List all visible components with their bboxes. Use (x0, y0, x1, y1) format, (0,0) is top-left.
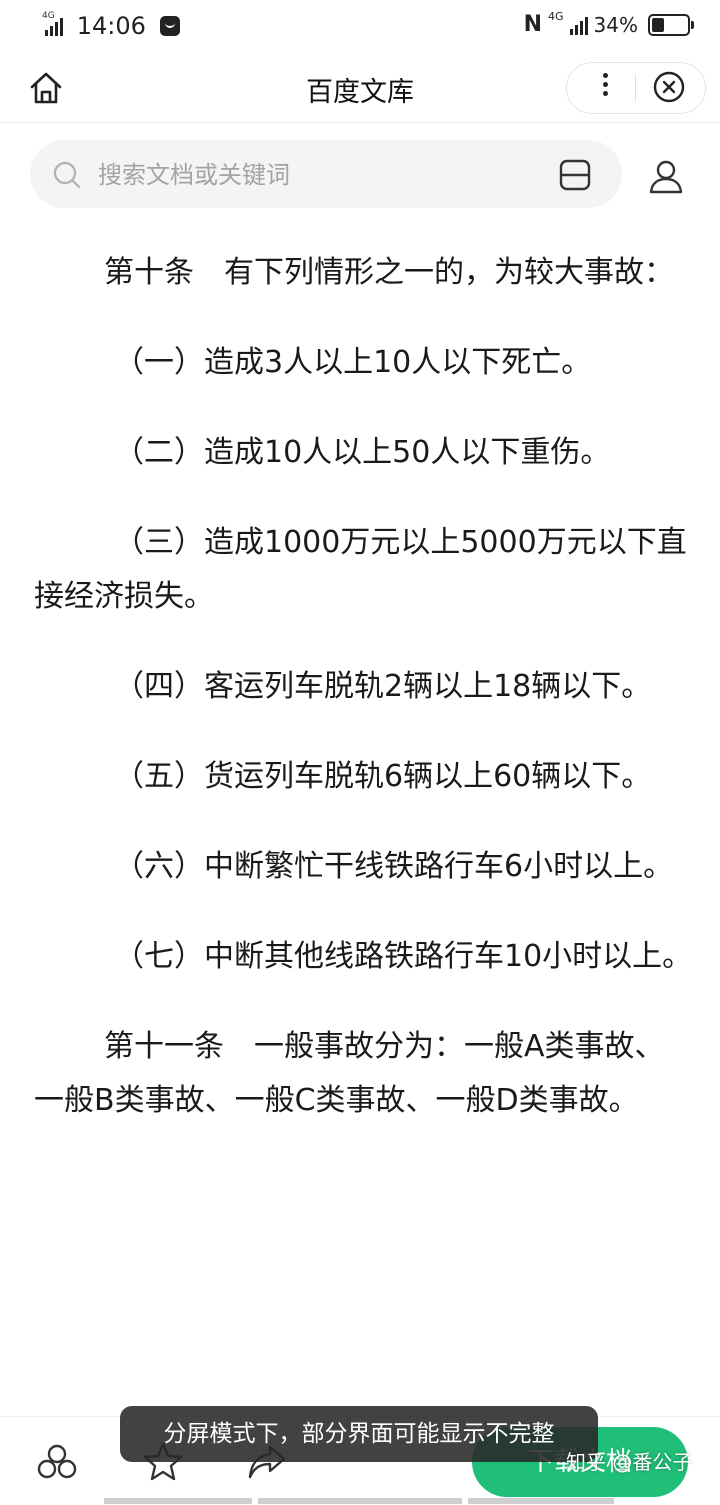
document-content: 第十条 有下列情形之一的，为较大事故： （一）造成3人以上10人以下死亡。 （二… (34, 246, 694, 1164)
close-button[interactable] (653, 71, 685, 103)
gesture-bar (104, 1498, 252, 1504)
capsule-divider (635, 75, 636, 101)
status-right: N 4G 34% (523, 10, 694, 37)
battery-level (652, 17, 664, 32)
gesture-bar (258, 1498, 462, 1504)
network-type-left: 4G (42, 10, 55, 21)
doc-paragraph: （四）客运列车脱轨2辆以上18辆以下。 (114, 669, 652, 704)
status-left: 4G 14:06 (40, 10, 180, 40)
search-input[interactable] (96, 150, 530, 200)
status-bar: 4G 14:06 N 4G 34% (0, 0, 720, 52)
signal-icon-right (569, 15, 588, 35)
split-screen-toast: 分屏模式下，部分界面可能显示不完整 (120, 1406, 598, 1462)
network-type-right: 4G (548, 10, 564, 23)
scan-icon[interactable] (558, 158, 592, 192)
notification-app-icon (159, 16, 180, 36)
doc-paragraph: （五）货运列车脱轨6辆以上60辆以下。 (114, 759, 652, 794)
doc-paragraph: （六）中断繁忙干线铁路行车6小时以上。 (114, 849, 674, 884)
nfc-icon: N (523, 12, 543, 37)
watermark: 知乎 @番公子 (566, 1450, 693, 1474)
article-10-heading: 第十条 有下列情形之一的，为较大事故： (104, 255, 674, 290)
search-icon (53, 161, 81, 189)
doc-paragraph: （一）造成3人以上10人以下死亡。 (114, 345, 592, 380)
search-bar[interactable] (30, 140, 622, 208)
doc-paragraph: （二）造成10人以上50人以下重伤。 (114, 435, 611, 470)
gesture-bar (468, 1498, 614, 1504)
close-circle-icon (653, 71, 685, 103)
circles-icon[interactable] (34, 1439, 80, 1485)
battery-percent: 34% (593, 12, 638, 37)
more-button[interactable] (587, 69, 623, 107)
battery-icon (648, 13, 694, 36)
user-icon (649, 160, 683, 194)
status-time: 14:06 (76, 12, 146, 40)
doc-paragraph: （七）中断其他线路铁路行车10小时以上。 (114, 939, 693, 974)
app-header: 百度文库 (0, 56, 720, 123)
doc-paragraph: （三）造成1000万元以上5000万元以下直接经济损失。 (34, 525, 687, 614)
article-11-heading: 第十一条 一般事故分为：一般A类事故、一般B类事故、一般C类事故、一般D类事故。 (34, 1029, 665, 1118)
more-vertical-icon (602, 73, 608, 78)
mini-program-capsule (566, 62, 706, 114)
user-button[interactable] (646, 156, 686, 196)
